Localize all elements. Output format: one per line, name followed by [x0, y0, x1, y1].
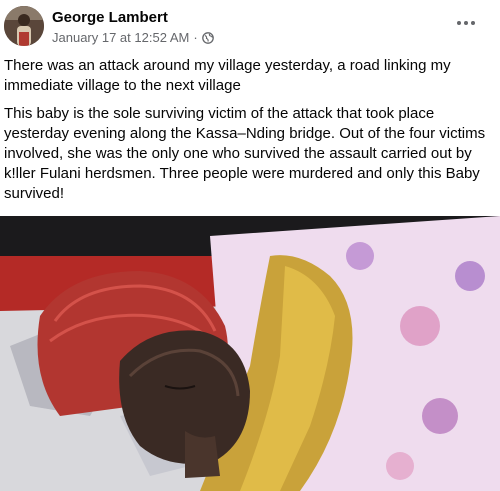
post-text-paragraph-2: This baby is the sole surviving victim o…: [4, 105, 486, 202]
post-meta: January 17 at 12:52 AM ·: [52, 30, 214, 45]
post-card: George Lambert January 17 at 12:52 AM · …: [0, 0, 500, 491]
post-timestamp[interactable]: January 17 at 12:52 AM: [52, 30, 189, 45]
post-text-paragraph-1: There was an attack around my village ye…: [4, 57, 451, 94]
meta-separator: ·: [193, 30, 198, 45]
author-name[interactable]: George Lambert: [52, 9, 168, 26]
post-header: George Lambert January 17 at 12:52 AM ·: [0, 0, 500, 52]
more-options-icon[interactable]: [452, 12, 480, 34]
post-photo[interactable]: [0, 216, 500, 491]
public-globe-icon[interactable]: [201, 31, 214, 44]
avatar[interactable]: [4, 6, 44, 46]
